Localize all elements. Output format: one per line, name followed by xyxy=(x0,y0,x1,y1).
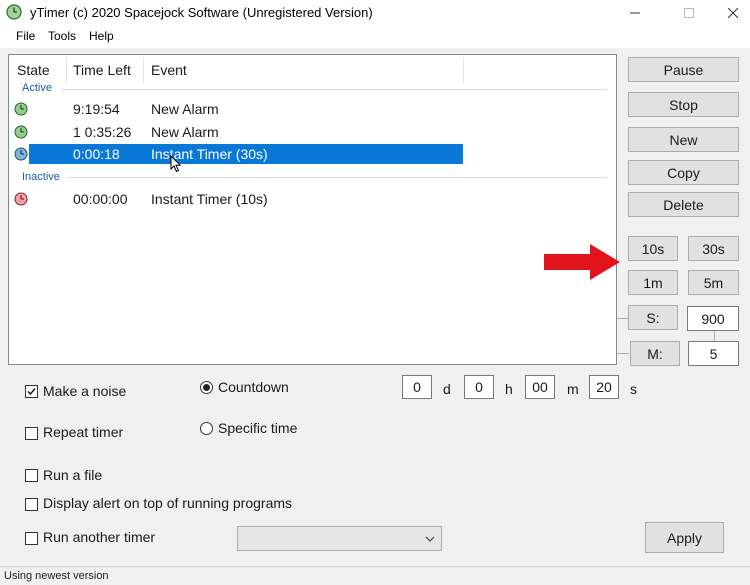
repeat-timer-checkbox[interactable] xyxy=(25,427,38,440)
clock-blue-icon xyxy=(14,147,28,161)
row-event: New Alarm xyxy=(151,124,219,140)
table-row[interactable]: 1 0:35:26 New Alarm xyxy=(9,122,616,144)
chevron-down-icon xyxy=(425,536,435,542)
pause-button[interactable]: Pause xyxy=(628,57,739,82)
maximize-icon xyxy=(684,8,694,18)
status-text: Using newest version xyxy=(4,570,109,582)
quick-10s-button[interactable]: 10s xyxy=(628,236,678,261)
title-bar[interactable]: yTimer (c) 2020 Spacejock Software (Unre… xyxy=(0,0,750,26)
countdown-radio[interactable] xyxy=(200,381,213,394)
make-noise-label[interactable]: Make a noise xyxy=(43,383,126,399)
column-header-state[interactable]: State xyxy=(17,62,50,78)
seconds-field[interactable]: 900 xyxy=(687,306,739,331)
new-button[interactable]: New xyxy=(628,127,739,152)
row-event: Instant Timer (30s) xyxy=(151,146,268,162)
window-title: yTimer (c) 2020 Spacejock Software (Unre… xyxy=(30,5,373,20)
table-row[interactable]: 9:19:54 New Alarm xyxy=(9,99,616,121)
column-header-time-left[interactable]: Time Left xyxy=(73,62,131,78)
hours-unit-label: h xyxy=(505,381,513,397)
close-button[interactable] xyxy=(710,0,750,26)
quick-30s-button[interactable]: 30s xyxy=(688,236,739,261)
column-separator[interactable] xyxy=(143,57,144,83)
stop-button[interactable]: Stop xyxy=(628,92,739,117)
seconds-field-duration[interactable]: 20 xyxy=(589,375,619,399)
radio-selected-dot xyxy=(203,384,210,391)
set-minutes-button[interactable]: M: xyxy=(630,341,680,366)
column-separator[interactable] xyxy=(463,57,464,83)
app-clock-icon xyxy=(6,4,22,20)
specific-time-label[interactable]: Specific time xyxy=(218,420,297,436)
table-row[interactable]: 00:00:00 Instant Timer (10s) xyxy=(9,189,616,211)
display-alert-checkbox[interactable] xyxy=(25,498,38,511)
minimize-button[interactable] xyxy=(612,0,658,26)
timer-list[interactable]: State Time Left Event Active 9:19:54 New… xyxy=(8,54,617,365)
specific-time-radio[interactable] xyxy=(200,422,213,435)
days-field[interactable]: 0 xyxy=(402,375,432,399)
column-header-event[interactable]: Event xyxy=(151,62,187,78)
seconds-unit-label: s xyxy=(630,381,637,397)
group-label-inactive[interactable]: Inactive xyxy=(22,171,60,183)
clock-green-icon xyxy=(14,102,28,116)
display-alert-label[interactable]: Display alert on top of running programs xyxy=(43,495,292,511)
minimize-icon xyxy=(630,12,640,14)
group-label-active[interactable]: Active xyxy=(22,82,52,94)
column-separator[interactable] xyxy=(66,57,67,83)
run-file-label[interactable]: Run a file xyxy=(43,467,102,483)
table-row-selected[interactable]: 0:00:18 Instant Timer (30s) xyxy=(9,144,616,173)
connector-line xyxy=(617,353,629,354)
run-file-checkbox[interactable] xyxy=(25,469,38,482)
row-event: New Alarm xyxy=(151,101,219,117)
run-another-timer-label[interactable]: Run another timer xyxy=(43,529,155,545)
set-seconds-button[interactable]: S: xyxy=(628,305,678,330)
checkmark-icon xyxy=(27,388,36,396)
minutes-unit-label: m xyxy=(567,381,579,397)
menu-bar: File Tools Help xyxy=(0,26,750,48)
copy-button[interactable]: Copy xyxy=(628,160,739,185)
countdown-label[interactable]: Countdown xyxy=(218,379,289,395)
mouse-cursor-icon xyxy=(170,155,182,173)
quick-1m-button[interactable]: 1m xyxy=(628,270,678,295)
repeat-timer-label[interactable]: Repeat timer xyxy=(43,424,123,440)
row-time-left: 0:00:18 xyxy=(73,146,120,162)
maximize-button[interactable] xyxy=(666,0,712,26)
another-timer-dropdown[interactable] xyxy=(237,526,442,551)
minutes-field[interactable]: 5 xyxy=(688,341,739,366)
menu-help[interactable]: Help xyxy=(89,29,114,43)
delete-button[interactable]: Delete xyxy=(628,192,739,217)
row-time-left: 1 0:35:26 xyxy=(73,124,132,140)
apply-button[interactable]: Apply xyxy=(645,522,724,553)
menu-tools[interactable]: Tools xyxy=(48,29,76,43)
days-unit-label: d xyxy=(443,381,451,397)
status-bar: Using newest version xyxy=(0,566,750,585)
row-time-left: 00:00:00 xyxy=(73,191,128,207)
make-noise-checkbox[interactable] xyxy=(25,385,38,398)
row-event: Instant Timer (10s) xyxy=(151,191,268,207)
hours-field[interactable]: 0 xyxy=(464,375,494,399)
close-icon xyxy=(728,8,738,18)
connector-line xyxy=(714,331,715,341)
clock-red-icon xyxy=(14,192,28,206)
group-divider xyxy=(61,89,607,90)
minutes-field-duration[interactable]: 00 xyxy=(525,375,555,399)
clock-green-icon xyxy=(14,125,28,139)
red-arrow-icon xyxy=(544,244,620,280)
row-time-left: 9:19:54 xyxy=(73,101,120,117)
quick-5m-button[interactable]: 5m xyxy=(688,270,739,295)
group-divider xyxy=(67,177,607,178)
menu-file[interactable]: File xyxy=(16,29,35,43)
run-another-timer-checkbox[interactable] xyxy=(25,532,38,545)
